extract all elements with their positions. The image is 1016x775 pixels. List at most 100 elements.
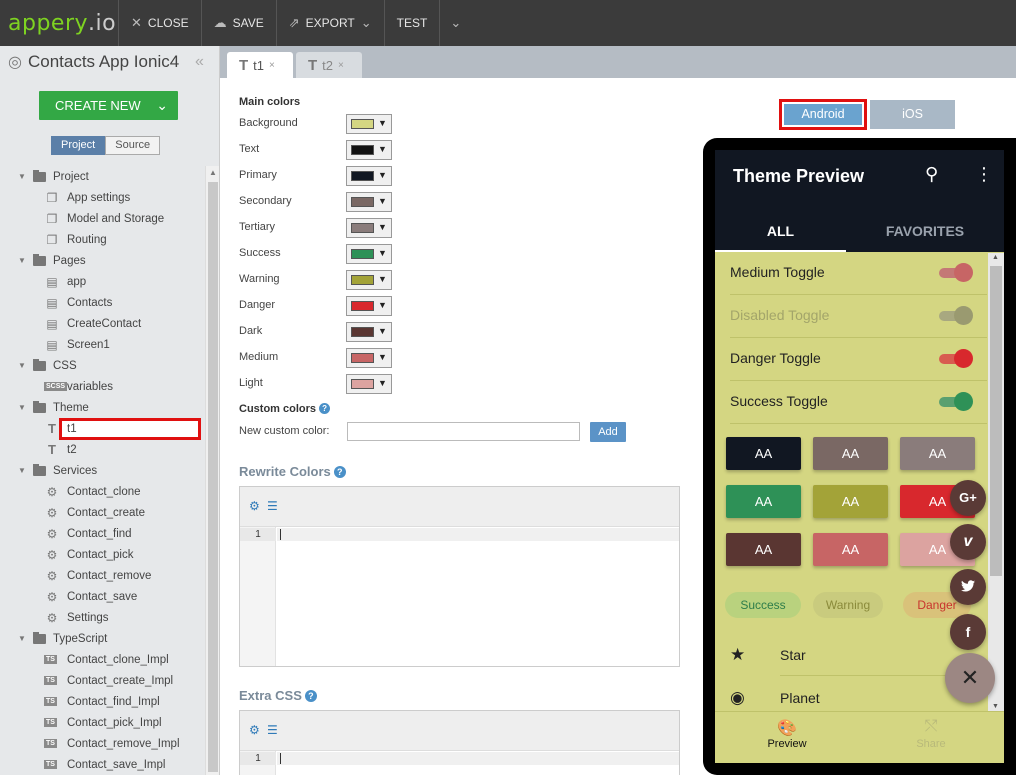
tree-item[interactable]: ▼ Services	[0, 460, 205, 481]
tree-item[interactable]: ❐ Routing	[0, 229, 205, 250]
scrollbar-thumb[interactable]	[208, 182, 218, 772]
tab-source[interactable]: Source	[105, 136, 161, 155]
toggle-knob[interactable]	[954, 392, 973, 411]
google-plus-icon[interactable]: G+	[950, 480, 986, 516]
caret-down-icon[interactable]: ▼	[18, 403, 26, 412]
add-color-button[interactable]: Add	[590, 422, 626, 442]
scroll-up-icon[interactable]: ▲	[992, 254, 999, 261]
tab-t1[interactable]: T t1 ×	[227, 52, 293, 78]
fab-close-icon[interactable]: ✕	[945, 653, 995, 703]
help-icon[interactable]: ?	[333, 466, 346, 478]
test-dropdown-button[interactable]: ⌄	[439, 0, 471, 46]
toggle-knob[interactable]	[954, 349, 973, 368]
gear-icon[interactable]: ⚙	[249, 723, 260, 737]
tree-item[interactable]: TS Contact_pick_Impl	[0, 712, 205, 733]
caret-down-icon[interactable]: ▼	[18, 172, 26, 181]
tree-item[interactable]: TS Contact_save_Impl	[0, 754, 205, 775]
color-aa-button[interactable]: AA	[726, 533, 801, 566]
tree-item[interactable]: TS Contact_create_Impl	[0, 670, 205, 691]
color-picker[interactable]: ▼	[346, 348, 392, 368]
color-aa-button[interactable]: AA	[813, 533, 888, 566]
chip-warning[interactable]: Warning	[813, 592, 883, 618]
twitter-icon[interactable]	[950, 569, 986, 605]
format-icon[interactable]: ☰	[267, 723, 278, 737]
test-button[interactable]: TEST	[383, 0, 440, 46]
tree-item[interactable]: ▤ app	[0, 271, 205, 292]
vimeo-icon[interactable]: v	[950, 524, 986, 560]
scrollbar-thumb[interactable]	[990, 266, 1002, 576]
tree-item[interactable]: SCSS variables	[0, 376, 205, 397]
tree-item[interactable]: ⚙ Contact_remove	[0, 565, 205, 586]
export-button[interactable]: ⇗ EXPORT ⌄	[275, 0, 384, 46]
color-aa-button[interactable]: AA	[813, 485, 888, 518]
tab-preview[interactable]: 🎨 Preview	[715, 718, 859, 750]
chip-success[interactable]: Success	[725, 592, 801, 618]
color-picker[interactable]: ▼	[346, 374, 392, 394]
scroll-down-icon[interactable]: ▼	[992, 703, 999, 710]
color-picker[interactable]: ▼	[346, 322, 392, 342]
tree-item[interactable]: ▤ CreateContact	[0, 313, 205, 334]
caret-down-icon[interactable]: ▼	[18, 361, 26, 370]
save-button[interactable]: ☁ SAVE	[200, 0, 276, 46]
toggle-knob[interactable]	[954, 263, 973, 282]
help-icon[interactable]: ?	[304, 690, 317, 702]
close-tab-icon[interactable]: ×	[338, 60, 344, 71]
tab-project[interactable]: Project	[51, 136, 106, 155]
more-vertical-icon[interactable]: ⋮	[975, 164, 993, 185]
new-custom-color-input[interactable]	[347, 422, 580, 441]
tree-item[interactable]: ▼ Project	[0, 166, 205, 187]
segment-all[interactable]: ALL	[715, 212, 846, 252]
color-picker[interactable]: ▼	[346, 270, 392, 290]
color-picker[interactable]: ▼	[346, 192, 392, 212]
tree-item[interactable]: ⚙ Contact_find	[0, 523, 205, 544]
tab-share[interactable]: ⤲ Share	[859, 718, 1003, 750]
extra-css-editor[interactable]: ⚙ ☰ 1	[239, 710, 680, 775]
tree-item[interactable]: ▼ TypeScript	[0, 628, 205, 649]
color-aa-button[interactable]: AA	[726, 437, 801, 470]
tree-item[interactable]: ⚙ Contact_create	[0, 502, 205, 523]
preview-scrollbar[interactable]: ▲ ▼	[988, 253, 1004, 711]
tree-item[interactable]: ▼ Theme	[0, 397, 205, 418]
caret-down-icon[interactable]: ▼	[18, 634, 26, 643]
tree-item[interactable]: TS Contact_remove_Impl	[0, 733, 205, 754]
tree-item[interactable]: Tt2	[0, 439, 205, 460]
tree-item[interactable]: ⚙ Contact_pick	[0, 544, 205, 565]
tree-scrollbar[interactable]: ▲	[205, 166, 219, 775]
toggle-knob[interactable]	[954, 306, 973, 325]
tree-item[interactable]: ▼ Pages	[0, 250, 205, 271]
close-button[interactable]: ✕ CLOSE	[118, 0, 201, 46]
color-picker[interactable]: ▼	[346, 166, 392, 186]
tree-item[interactable]: ⚙ Settings	[0, 607, 205, 628]
color-picker[interactable]: ▼	[346, 114, 392, 134]
search-icon[interactable]: ⚲	[925, 164, 938, 185]
color-picker[interactable]: ▼	[346, 218, 392, 238]
scroll-up-icon[interactable]: ▲	[209, 168, 217, 177]
tree-item[interactable]: TS Contact_find_Impl	[0, 691, 205, 712]
color-picker[interactable]: ▼	[346, 296, 392, 316]
tree-item[interactable]: TS Contact_clone_Impl	[0, 649, 205, 670]
tree-item[interactable]: ❐ App settings	[0, 187, 205, 208]
close-tab-icon[interactable]: ×	[269, 60, 275, 71]
tree-item[interactable]: ▤ Contacts	[0, 292, 205, 313]
tree-item[interactable]: ▼ CSS	[0, 355, 205, 376]
tree-item[interactable]: ⚙ Contact_clone	[0, 481, 205, 502]
gear-icon[interactable]: ⚙	[249, 499, 260, 513]
create-new-button[interactable]: CREATE NEW ⌄	[39, 91, 178, 120]
appery-logo[interactable]: appery .io	[0, 0, 118, 46]
tree-item[interactable]: ▤ Screen1	[0, 334, 205, 355]
caret-down-icon[interactable]: ▼	[18, 466, 26, 475]
color-aa-button[interactable]: AA	[900, 437, 975, 470]
tree-item[interactable]: ⚙ Contact_save	[0, 586, 205, 607]
rewrite-colors-editor[interactable]: ⚙ ☰ 1	[239, 486, 680, 667]
help-icon[interactable]: ?	[319, 403, 331, 414]
android-button[interactable]: Android	[779, 99, 867, 130]
color-picker[interactable]: ▼	[346, 140, 392, 160]
collapse-panel-icon[interactable]: «	[195, 53, 204, 71]
tab-t2[interactable]: T t2 ×	[296, 52, 362, 78]
caret-down-icon[interactable]: ▼	[18, 256, 26, 265]
color-aa-button[interactable]: AA	[726, 485, 801, 518]
facebook-icon[interactable]: f	[950, 614, 986, 650]
color-picker[interactable]: ▼	[346, 244, 392, 264]
color-aa-button[interactable]: AA	[813, 437, 888, 470]
tree-item[interactable]: ❐ Model and Storage	[0, 208, 205, 229]
